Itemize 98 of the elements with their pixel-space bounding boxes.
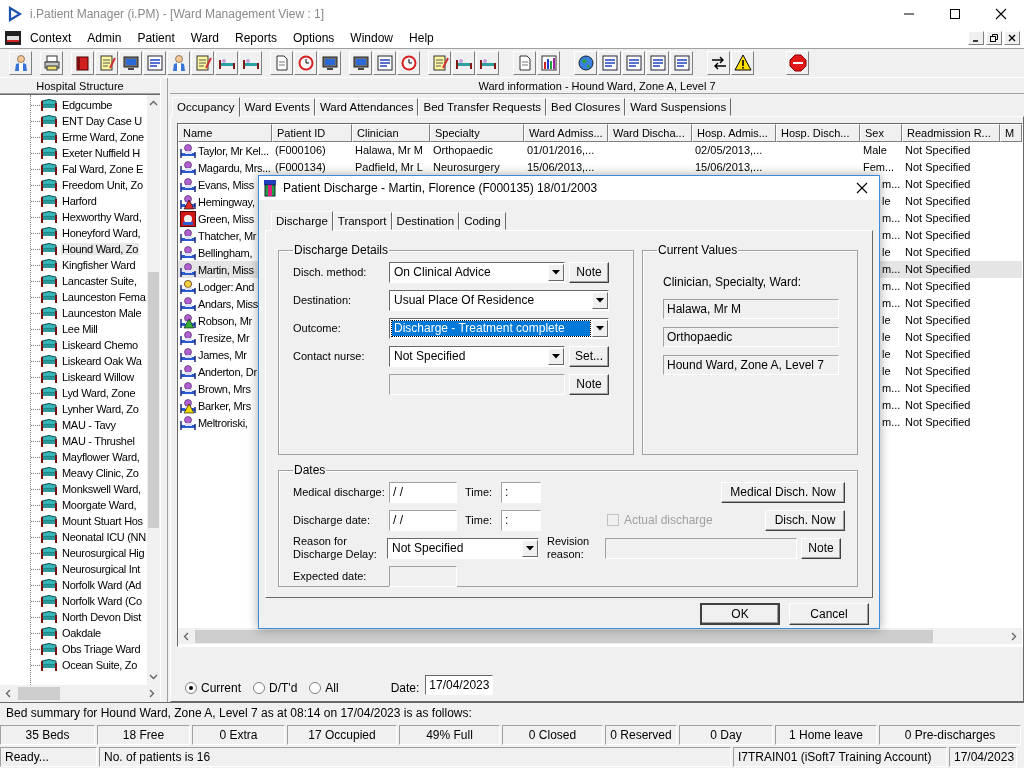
summary-text: Bed summary for Hound Ward, Zone A, Level 7 as at 08:14 on 17/04/2023 is as follows: — [0, 702, 1024, 724]
table-cell: Tresize, Mr — [198, 331, 250, 344]
field-label: Expected date: — [293, 569, 368, 583]
field-label: Medical discharge: — [293, 485, 385, 499]
table-cell-text: le — [881, 194, 892, 209]
table-cell-text: Not Specified — [904, 245, 972, 260]
window-title: i.Patient Manager (i.PM) - [Ward Management View : 1] — [30, 7, 325, 21]
group-title: Dates — [293, 463, 327, 477]
table-cell-text: m... — [881, 228, 902, 243]
field-label: Time: — [465, 513, 494, 527]
table-cell-text: 15/06/2013,... — [526, 160, 596, 175]
table-cell-text: le — [881, 347, 892, 362]
table-cell-text: Not Specified — [904, 364, 972, 379]
readonly-field: Hound Ward, Zone A, Level 7 — [663, 355, 839, 375]
table-cell-text: Not Specified — [904, 160, 972, 175]
table-cell: Thatcher, Mr — [198, 229, 257, 242]
table-cell-text: le — [881, 330, 892, 345]
table-cell-text: m... — [881, 211, 902, 226]
table-cell-text: Not Specified — [904, 330, 972, 345]
field-label: Revision reason: — [547, 535, 591, 561]
table-cell-text: m... — [881, 279, 902, 294]
table-cell-text: m... — [881, 415, 902, 430]
table-cell-text: 02/05/2013,... — [694, 143, 764, 158]
table-cell-text: (F000106) — [274, 143, 327, 158]
table-cell-text: Not Specified — [904, 381, 972, 396]
field-label: Time: — [465, 485, 494, 499]
table-cell: Taylor, Mr Kel... — [198, 144, 269, 157]
table-cell-text: le — [881, 245, 892, 260]
readonly-field: Halawa, Mr M — [663, 299, 839, 319]
table-cell: Martin, Miss — [198, 263, 254, 276]
bed-stat: 0 Extra — [192, 725, 285, 745]
table-cell: Lodger: And — [198, 280, 255, 293]
table-cell: Brown, Mrs — [198, 382, 251, 395]
table-cell: Hemingway, — [198, 195, 255, 208]
table-cell-text: Fem... — [862, 160, 896, 175]
bed-stat: 18 Free — [97, 725, 190, 745]
dialog-title: Patient Discharge - Martin, Florence (F000135) 18/01/2003 — [283, 181, 598, 195]
table-cell-text: Not Specified — [904, 177, 972, 192]
table-cell-text: Halawa, Mr M — [354, 143, 424, 158]
table-cell-text: Not Specified — [904, 313, 972, 328]
table-cell-text: m... — [881, 296, 902, 311]
table-cell: Meltroriski, — [198, 416, 248, 429]
table-cell-text: Orthopaedic — [432, 143, 494, 158]
table-cell-text: Not Specified — [904, 279, 972, 294]
table-cell-text: Not Specified — [904, 228, 972, 243]
field-label: Contact nurse: — [293, 349, 366, 363]
table-cell: Barker, Mrs — [198, 399, 251, 412]
table-cell-text: (F000134) — [274, 160, 327, 175]
table-cell-text: le — [881, 364, 892, 379]
table-cell: Green, Miss — [198, 212, 254, 225]
field-label: Discharge date: — [293, 513, 372, 527]
table-cell-text: m... — [881, 398, 902, 413]
table-cell-text: Not Specified — [904, 211, 972, 226]
table-cell-text: Not Specified — [904, 415, 972, 430]
field-label: Date: — [390, 681, 420, 695]
table-cell: Andars, Miss — [198, 297, 258, 310]
table-cell-text: 01/01/2016,... — [526, 143, 596, 158]
bed-stat: 0 Reserved — [605, 725, 677, 745]
status-text: Ready... — [0, 747, 97, 767]
bed-stat: 0 Pre-discharges — [879, 725, 1021, 745]
table-cell-text: Not Specified — [904, 262, 972, 277]
table-cell-text: m... — [881, 262, 902, 277]
bed-stat: 0 Closed — [502, 725, 603, 745]
bed-stat: 49% Full — [399, 725, 500, 745]
table-cell-text: m... — [881, 177, 902, 192]
table-cell: Evans, Miss — [198, 178, 254, 191]
table-cell-text: Not Specified — [904, 194, 972, 209]
bed-stat: 35 Beds — [0, 725, 95, 745]
table-cell: Robson, Mr — [198, 314, 252, 327]
group-title: Discharge Details — [293, 243, 390, 257]
status-text: 17/04/2023 — [949, 747, 1017, 767]
table-cell-text: le — [881, 313, 892, 328]
field-label: Disch. method: — [293, 265, 368, 279]
bed-stat: 1 Home leave — [775, 725, 877, 745]
table-cell-text: Not Specified — [904, 347, 972, 362]
group-title: Current Values — [657, 243, 739, 257]
table-cell: Magardu, Mrs... — [198, 161, 271, 174]
table-cell-text: Not Specified — [904, 398, 972, 413]
table-cell-text: Neurosurgery — [432, 160, 501, 175]
table-cell: Bellingham, — [198, 246, 253, 259]
field-label: Clinician, Specialty, Ward: — [663, 275, 803, 289]
bed-stat: 17 Occupied — [287, 725, 397, 745]
table-cell: James, Mr — [198, 348, 247, 361]
table-cell-text: Padfield, Mr L — [354, 160, 424, 175]
pane-title: Ward information - Hound Ward, Zone A, Level 7 — [170, 78, 1024, 94]
bed-stat: 0 Day — [679, 725, 773, 745]
table-cell-text: Male — [862, 143, 888, 158]
table-cell-text: 15/06/2013,... — [694, 160, 764, 175]
table-cell-text: Not Specified — [904, 143, 972, 158]
readonly-field: Orthopaedic — [663, 327, 839, 347]
table-cell-text: Not Specified — [904, 296, 972, 311]
status-text: No. of patients is 16 — [99, 747, 731, 767]
table-cell-text: m... — [881, 381, 902, 396]
table-cell: Anderton, Dr — [198, 365, 257, 378]
status-text: I7TRAIN01 (iSoft7 Training Account) — [733, 747, 947, 767]
field-label: Destination: — [293, 293, 353, 307]
field-label: Reason for Discharge Delay: — [293, 535, 378, 561]
field-label: Outcome: — [293, 321, 342, 335]
